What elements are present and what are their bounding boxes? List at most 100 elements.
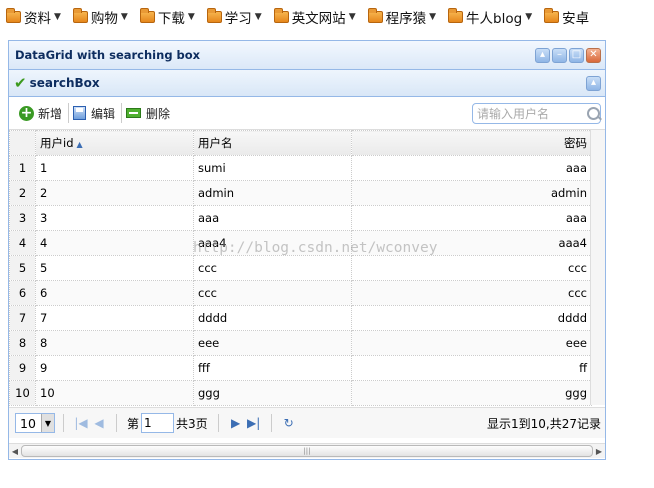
scrollbar-thumb[interactable]: ||| [21,445,593,457]
cell-username: ggg [193,380,352,406]
dropdown-arrow-icon: ▼ [120,11,128,22]
table-row[interactable]: 2 2 admin admin [9,180,592,206]
horizontal-scrollbar[interactable]: ◀ ||| ▶ [9,443,605,458]
cell-username: fff [193,355,352,381]
add-button[interactable]: + 新增 [15,105,68,122]
cell-password: aaa4 [351,230,592,256]
bookmark-folder[interactable]: 下载 ▼ [139,7,195,27]
panel-header: DataGrid with searching box ▴ – □ ✕ [9,41,605,70]
search-icon[interactable] [587,107,600,120]
table-row[interactable]: 3 3 aaa aaa [9,205,592,231]
bookmark-label: 下载 [157,10,185,27]
dropdown-arrow-icon: ▼ [187,11,195,22]
refresh-icon[interactable]: ↻ [280,414,298,432]
table-row[interactable]: 1 1 sumi aaa [9,155,592,181]
cell-password: ccc [351,280,592,306]
table-row[interactable]: 4 4 aaa4 aaa4 [9,230,592,256]
delete-button[interactable]: 删除 [122,105,176,122]
cell-username: aaa [193,205,352,231]
minimize-icon[interactable]: – [552,47,567,63]
table-row[interactable]: 6 6 ccc ccc [9,280,592,306]
vertical-scroll-area [590,130,605,405]
folder-icon [448,7,464,23]
searchbox-title: searchBox [29,76,100,90]
page-size-select[interactable]: 10 ▼ [15,413,55,433]
cell-password: dddd [351,305,592,331]
scroll-left-icon[interactable]: ◀ [9,447,21,456]
search-box [472,103,601,124]
table-row[interactable]: 9 9 fff ff [9,355,592,381]
maximize-icon[interactable]: □ [569,47,584,63]
folder-icon [367,7,383,23]
table-row[interactable]: 8 8 eee eee [9,330,592,356]
cell-password: admin [351,180,592,206]
sort-asc-icon: ▲ [76,140,83,149]
prev-page-icon[interactable]: ◀ [90,414,108,432]
remove-icon [126,108,142,118]
folder-icon [139,7,155,23]
column-header-password[interactable]: 密码 [351,130,592,156]
edit-button[interactable]: 编辑 [69,105,121,122]
pager-divider [63,414,64,432]
column-header-label: 密码 [564,136,587,150]
bookmark-folder[interactable]: 学习 ▼ [206,7,262,27]
row-number: 9 [9,355,36,381]
bookmark-folder[interactable]: 安卓 [544,7,589,27]
cell-user-id: 5 [35,255,194,281]
collapse-icon[interactable]: ▴ [535,47,550,63]
toolbar: + 新增 编辑 删除 [9,97,605,130]
row-number: 8 [9,330,36,356]
column-header-label: 用户id [40,136,74,150]
bookmark-folder[interactable]: 资料 ▼ [6,7,61,27]
checkmark-icon: ✔ [14,74,27,92]
dropdown-arrow-icon: ▼ [348,11,356,22]
row-number: 5 [9,255,36,281]
table-row[interactable]: 7 7 dddd dddd [9,305,592,331]
collapse-icon[interactable]: ▴ [586,75,601,91]
folder-icon [6,7,21,23]
cell-user-id: 3 [35,205,194,231]
bookmark-label: 英文网站 [291,10,346,27]
bookmark-folder[interactable]: 牛人blog ▼ [448,7,532,27]
bookmark-folder[interactable]: 购物 ▼ [72,7,128,27]
row-number: 2 [9,180,36,206]
dropdown-arrow-icon: ▼ [525,11,533,22]
next-page-icon[interactable]: ▶ [227,414,245,432]
bookmark-folder[interactable]: 英文网站 ▼ [273,7,356,27]
panel-tools: ▴ – □ ✕ [535,47,601,63]
bookmark-label: 购物 [90,10,118,27]
column-header-username[interactable]: 用户名 [193,130,352,156]
bookmark-label: 学习 [224,10,252,27]
column-header-user-id[interactable]: 用户id ▲ [35,130,194,156]
page-total-label: 共3页 [176,416,208,431]
table-row[interactable]: 5 5 ccc ccc [9,255,592,281]
cell-user-id: 10 [35,380,194,406]
row-number: 6 [9,280,36,306]
folder-icon [544,7,560,23]
folder-icon [206,7,222,23]
folder-icon [72,7,88,23]
table-row[interactable]: 10 10 ggg ggg [9,380,592,406]
searchbox-title-wrap: ✔ searchBox [14,74,100,92]
folder-icon [273,7,289,23]
close-icon[interactable]: ✕ [586,47,601,63]
grip-icon: ||| [303,447,311,455]
row-number: 10 [9,380,36,406]
datagrid: 用户id ▲ 用户名 密码 1 1 sumi aaa 2 2 admin admin 3 3 aa… [9,130,605,406]
last-page-icon[interactable]: ▶| [245,414,263,432]
cell-user-id: 7 [35,305,194,331]
bookmark-label: 安卓 [562,10,590,27]
cell-user-id: 1 [35,155,194,181]
search-input[interactable] [473,105,585,122]
first-page-icon[interactable]: |◀ [72,414,90,432]
bookmark-folder[interactable]: 程序猿 ▼ [367,7,436,27]
column-header-label: 用户名 [198,136,233,150]
page-number-input[interactable]: 1 [141,413,175,433]
chevron-down-icon: ▼ [41,414,54,432]
cell-username: dddd [193,305,352,331]
cell-user-id: 4 [35,230,194,256]
page-size-value: 10 [20,415,36,431]
scroll-right-icon[interactable]: ▶ [593,447,605,456]
cell-password: eee [351,330,592,356]
cell-user-id: 8 [35,330,194,356]
